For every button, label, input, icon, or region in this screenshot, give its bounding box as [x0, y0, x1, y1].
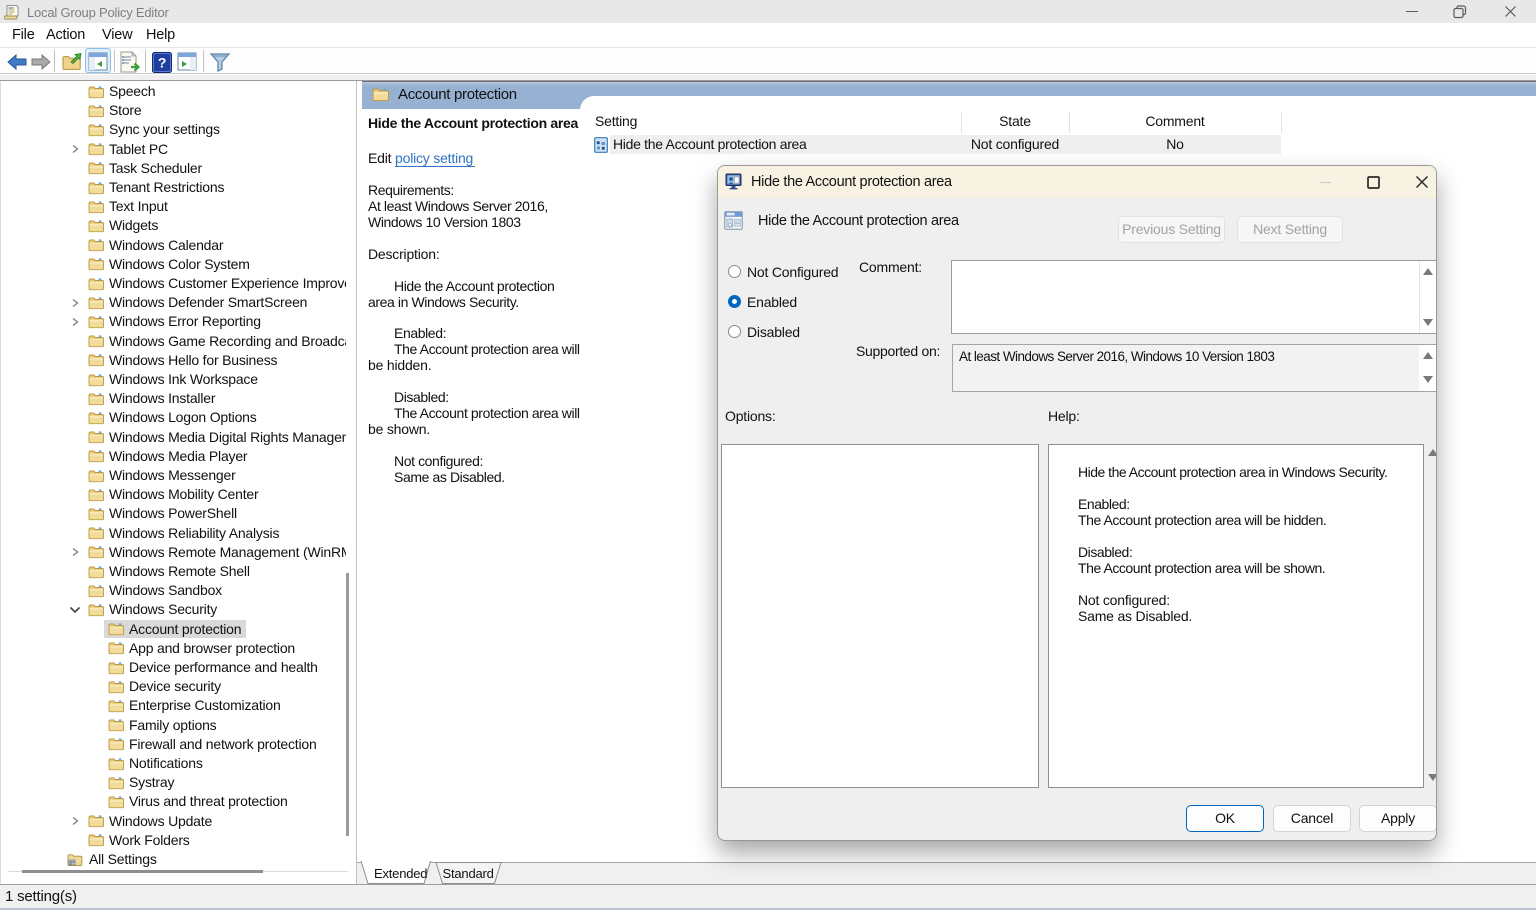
svg-text:?: ? — [158, 55, 166, 71]
